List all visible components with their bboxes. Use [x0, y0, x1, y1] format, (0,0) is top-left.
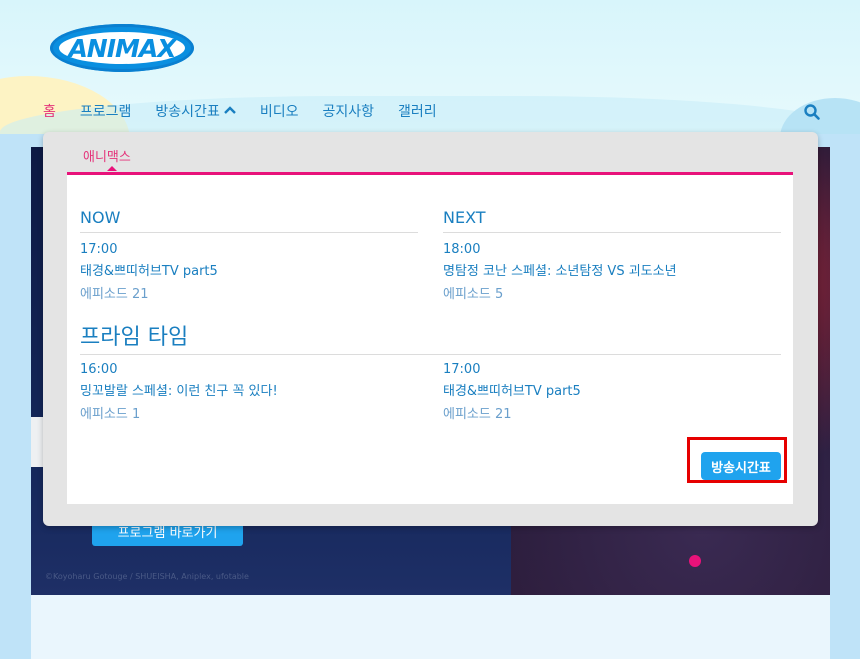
prime-right-time: 17:00	[443, 362, 481, 377]
search-icon[interactable]	[803, 103, 821, 121]
prime-time-heading: 프라임 타임	[80, 319, 781, 355]
nav-item-video[interactable]: 비디오	[260, 101, 299, 121]
animax-logo[interactable]: ANIMAX	[50, 24, 194, 72]
prime-left-title[interactable]: 밍꼬발랄 스페셜: 이런 친구 꼭 있다!	[80, 380, 418, 399]
tab-animax[interactable]: 애니맥스	[83, 146, 131, 165]
logo-text: ANIMAX	[68, 33, 176, 63]
prime-right-item: 17:00 태경&쁘띠허브TV part5 에피소드 21	[443, 353, 781, 422]
nav-item-home[interactable]: 홈	[43, 101, 56, 121]
schedule-dropdown: 애니맥스 NOW 17:00 태경&쁘띠허브TV part5 에피소드 21 N…	[43, 132, 818, 526]
nav-item-programs[interactable]: 프로그램	[80, 101, 132, 121]
chevron-up-icon	[223, 103, 236, 119]
content-area	[31, 595, 830, 659]
now-heading: NOW	[80, 208, 418, 233]
carousel-dot[interactable]	[689, 555, 701, 567]
schedule-button[interactable]: 방송시간표	[701, 452, 781, 480]
nav-item-schedule[interactable]: 방송시간표	[155, 101, 236, 121]
tab-indicator	[107, 166, 117, 171]
next-episode: 에피소드 5	[443, 287, 504, 302]
prime-left-episode: 에피소드 1	[80, 407, 141, 422]
prime-right-title[interactable]: 태경&쁘띠허브TV part5	[443, 380, 781, 399]
next-title[interactable]: 명탐정 코난 스페셜: 소년탐정 VS 괴도소년	[443, 260, 781, 279]
schedule-panel: NOW 17:00 태경&쁘띠허브TV part5 에피소드 21 NEXT 1…	[67, 172, 793, 504]
now-title[interactable]: 태경&쁘띠허브TV part5	[80, 260, 418, 279]
now-column: NOW 17:00 태경&쁘띠허브TV part5 에피소드 21	[80, 208, 418, 302]
prime-left-item: 16:00 밍꼬발랄 스페셜: 이런 친구 꼭 있다! 에피소드 1	[80, 353, 418, 422]
hero-copyright: ©Koyoharu Gotouge / SHUEISHA, Aniplex, u…	[45, 572, 249, 581]
prime-left-time: 16:00	[80, 362, 118, 377]
nav-item-gallery[interactable]: 갤러리	[398, 101, 437, 121]
nav-item-notice[interactable]: 공지사항	[322, 101, 374, 121]
main-nav: 홈 프로그램 방송시간표 비디오 공지사항 갤러리	[43, 101, 461, 121]
next-column: NEXT 18:00 명탐정 코난 스페셜: 소년탐정 VS 괴도소년 에피소드…	[443, 208, 781, 302]
now-time: 17:00	[80, 242, 118, 257]
nav-item-schedule-label: 방송시간표	[155, 104, 220, 120]
prime-right-episode: 에피소드 21	[443, 407, 512, 422]
site-header: ANIMAX 홈 프로그램 방송시간표 비디오 공지사항 갤러리	[0, 0, 860, 134]
now-episode: 에피소드 21	[80, 287, 149, 302]
next-heading: NEXT	[443, 208, 781, 233]
next-time: 18:00	[443, 242, 481, 257]
